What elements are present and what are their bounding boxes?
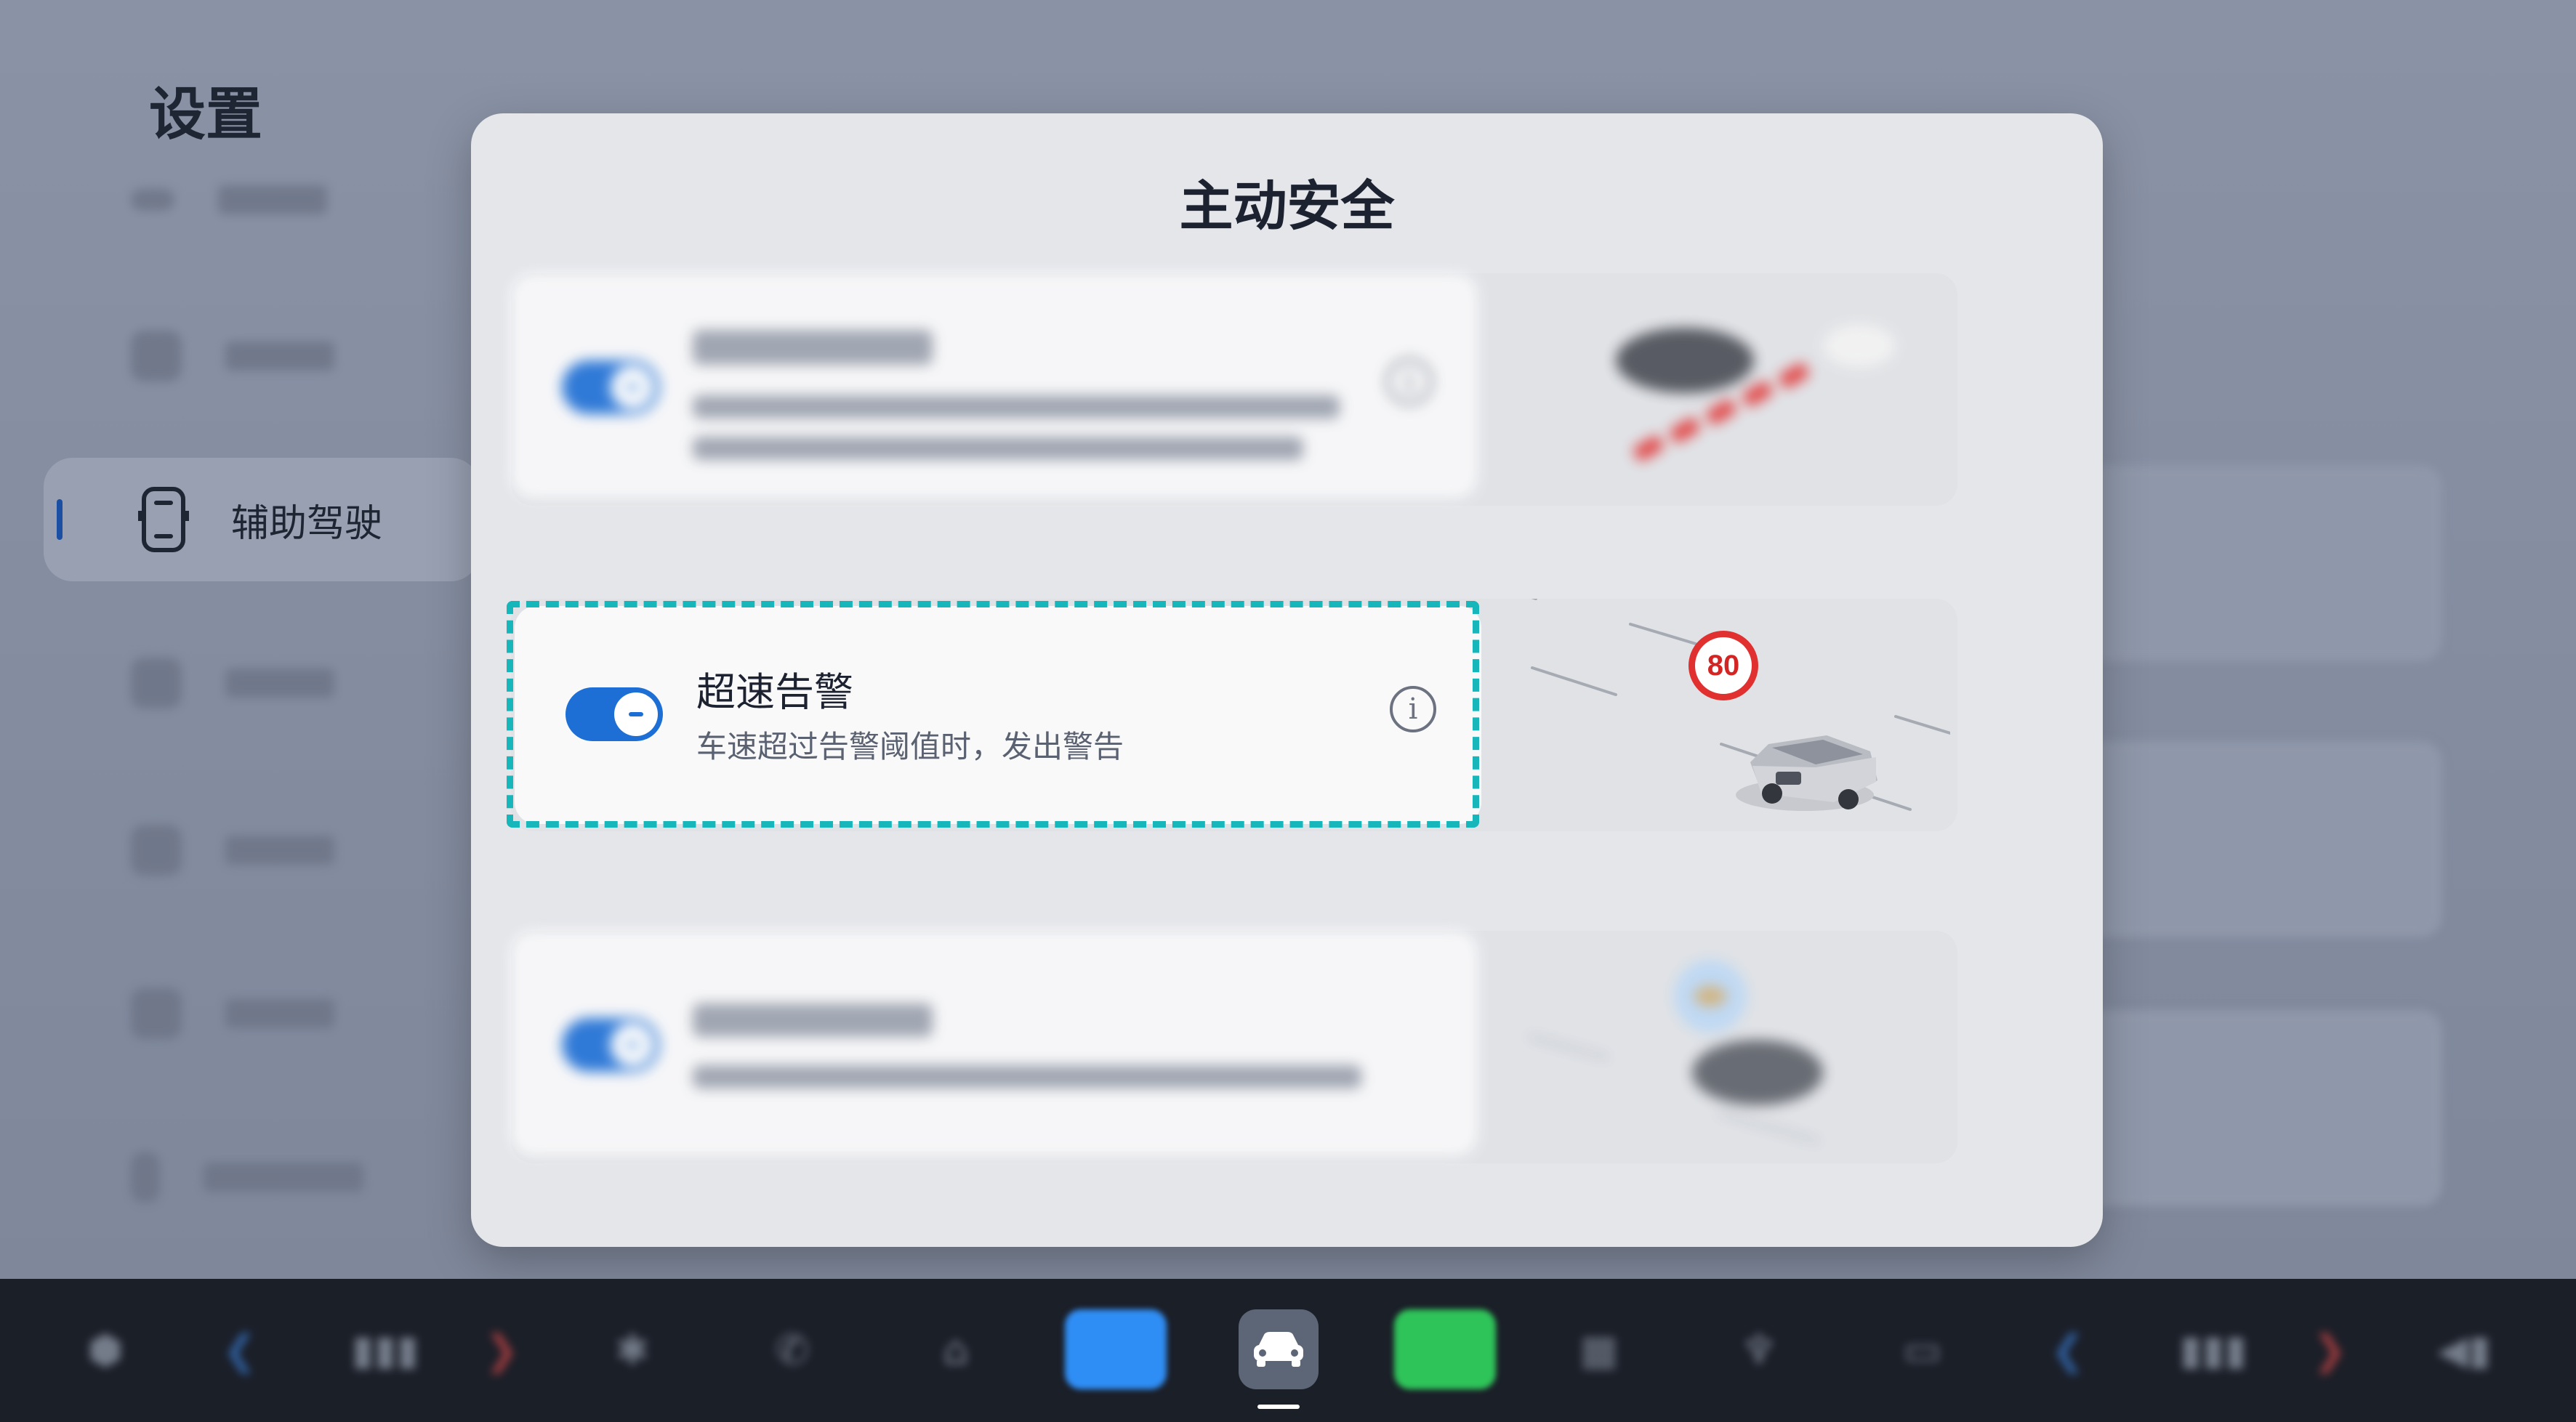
driver-assist-icon [138, 487, 189, 552]
selected-indicator [1257, 1405, 1300, 1409]
volume-icon[interactable]: ◀▮ [2428, 1314, 2500, 1386]
defrost-icon[interactable]: ▭ [1879, 1314, 1966, 1386]
setting-1-title-placeholder [693, 330, 933, 365]
sidebar-placeholder-icon [131, 1152, 160, 1203]
temperature-up-icon[interactable]: ❯ [2311, 1314, 2348, 1386]
sidebar-placeholder-label [225, 342, 334, 371]
sidebar-placeholder-label [218, 185, 327, 214]
messages-app-icon[interactable] [1065, 1309, 1167, 1389]
dialog-title: 主动安全 [1179, 175, 1395, 238]
collision-illustration [1616, 324, 1896, 461]
setting-3-desc-placeholder [693, 1065, 1361, 1088]
temperature-down-icon[interactable]: ❮ [2050, 1314, 2086, 1386]
car-app-icon[interactable] [1239, 1309, 1319, 1389]
sidebar-item-placeholder-1[interactable] [44, 138, 480, 262]
setting-1-desc-placeholder [693, 395, 1340, 419]
sidebar-placeholder-icon [131, 189, 174, 211]
sidebar-placeholder-label [225, 836, 334, 865]
bag-icon[interactable]: ⌂ [919, 1314, 992, 1386]
sidebar-placeholder-label [225, 668, 334, 698]
phone-app-icon[interactable] [1394, 1309, 1496, 1389]
lane-illustration [1528, 960, 1823, 1143]
grid-icon[interactable]: ▦ [1563, 1314, 1635, 1386]
temperature-icon[interactable]: ▮▮▮ [320, 1314, 451, 1386]
fan-icon[interactable]: ✱ [585, 1314, 680, 1386]
car-icon [1254, 1332, 1303, 1367]
sidebar-placeholder-icon [131, 988, 182, 1039]
speed-limit-value: 80 [1707, 649, 1740, 682]
temperature-up-icon[interactable]: ❯ [483, 1314, 520, 1386]
toggle-knob [611, 1023, 654, 1067]
setting-1-toggle[interactable] [562, 360, 659, 414]
sidebar-item-placeholder-3[interactable] [44, 621, 480, 745]
sidebar-item-placeholder-6[interactable] [44, 1115, 480, 1239]
phone-icon[interactable]: ✆ [756, 1314, 829, 1386]
sidebar-item-label: 辅助驾驶 [231, 501, 383, 546]
seat-icon[interactable]: ♆ [1715, 1314, 1803, 1386]
sidebar-placeholder-label [225, 999, 334, 1028]
toggle-knob [611, 365, 654, 409]
sidebar-item-placeholder-2[interactable] [44, 294, 480, 418]
setting-1-illustration [1514, 273, 1950, 506]
speed-limit-sign: 80 [1689, 631, 1758, 700]
active-indicator [57, 499, 63, 540]
setting-row-3 [511, 931, 1957, 1163]
home-icon[interactable]: ⬢ [73, 1314, 138, 1386]
setting-3-title-placeholder [693, 1003, 933, 1037]
setting-3-illustration [1514, 931, 1950, 1163]
bottom-dock: ⬢ ❮ ▮▮▮ ❯ ✱ ✆ ⌂ ▦ ♆ ▭ ❮ ▮▮▮ ❯ ◀▮ [0, 1279, 2576, 1422]
setting-row-1: i [511, 273, 1957, 506]
sidebar-placeholder-icon [131, 658, 182, 708]
setting-card-3[interactable] [511, 931, 1478, 1156]
sidebar-item-driver-assist[interactable]: 辅助驾驶 [44, 458, 480, 581]
setting-3-toggle[interactable] [562, 1018, 659, 1072]
setting-1-desc-placeholder [693, 437, 1303, 460]
sidebar-item-placeholder-4[interactable] [44, 788, 480, 912]
setting-1-info-icon[interactable]: i [1386, 358, 1433, 405]
sidebar-placeholder-label [204, 1163, 363, 1192]
setting-card-1[interactable]: i [511, 273, 1478, 498]
sidebar-placeholder-icon [131, 331, 182, 381]
sidebar-item-placeholder-5[interactable] [44, 952, 480, 1075]
focus-outline [507, 601, 1479, 828]
temperature-icon[interactable]: ▮▮▮ [2148, 1314, 2279, 1386]
temperature-down-icon[interactable]: ❮ [222, 1314, 258, 1386]
sidebar-placeholder-icon [131, 825, 182, 876]
